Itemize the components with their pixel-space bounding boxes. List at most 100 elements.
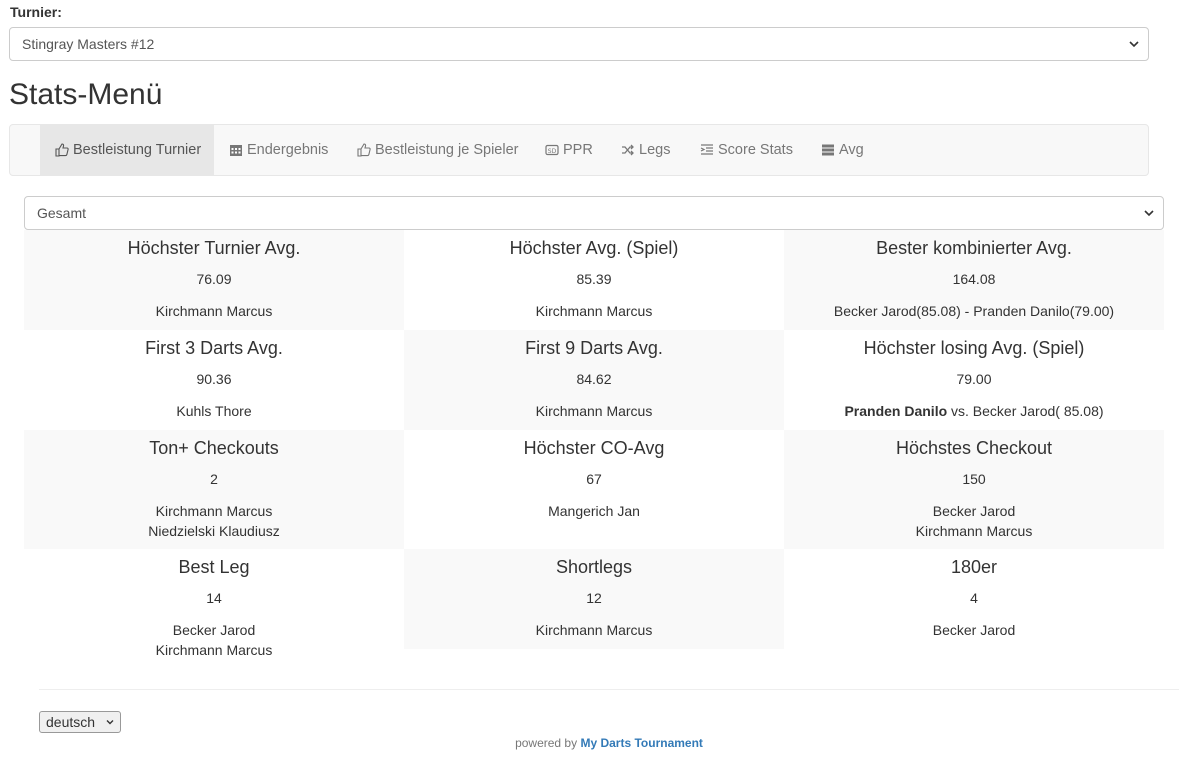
stat-value: 150 — [962, 471, 986, 487]
stat-player: Kirchmann Marcus — [155, 303, 273, 319]
stat-title: Shortlegs — [555, 557, 633, 577]
thumbs-up-icon — [55, 143, 69, 157]
stat-names: Becker Jarod Kirchmann Marcus — [784, 501, 1164, 541]
stat-card: Bester kombinierter Avg. 164.08 Becker J… — [784, 230, 1164, 330]
tab-label: Endergebnis — [247, 142, 329, 158]
stat-player: Kirchmann Marcus — [155, 503, 273, 519]
chevron-down-icon — [106, 720, 114, 725]
stat-card: Shortlegs 12 Kirchmann Marcus — [404, 549, 784, 649]
tab-bestleistung-turnier[interactable]: Bestleistung Turnier — [40, 125, 214, 175]
stat-value: 12 — [586, 590, 602, 606]
stat-names: Kuhls Thore — [24, 401, 404, 421]
turnier-select[interactable]: Stingray Masters #12 — [9, 27, 1149, 61]
footer: powered by My Darts Tournament — [0, 736, 1193, 750]
stat-title: First 3 Darts Avg. — [145, 338, 283, 358]
stat-card: Höchster Turnier Avg. 76.09 Kirchmann Ma… — [24, 230, 404, 330]
stat-card: Best Leg 14 Becker Jarod Kirchmann Marcus — [24, 549, 404, 668]
indent-icon — [700, 144, 713, 155]
stat-names: Kirchmann Marcus — [404, 620, 784, 640]
stat-value: 2 — [210, 471, 218, 487]
language-select[interactable]: deutsch — [39, 711, 121, 733]
tab-score-stats[interactable]: Score Stats — [685, 125, 807, 175]
stat-value: 14 — [206, 590, 222, 606]
stat-player: Kirchmann Marcus — [535, 622, 653, 638]
chevron-down-icon — [1144, 210, 1154, 217]
tab-endergebnis[interactable]: Endergebnis — [214, 125, 342, 175]
stat-player: Becker Jarod — [172, 622, 256, 638]
stat-player: Pranden Danilo vs. Becker Jarod( 85.08) — [784, 401, 1164, 421]
stat-card: Höchstes Checkout 150 Becker Jarod Kirchm… — [784, 430, 1164, 549]
stat-title: Ton+ Checkouts — [149, 438, 279, 458]
turnier-select-value: Stingray Masters #12 — [22, 36, 155, 52]
stat-player-bold: Pranden Danilo — [844, 403, 948, 419]
stat-title: Höchster CO-Avg — [523, 438, 665, 458]
stats-navbar: Bestleistung Turnier Endergebnis Bestlei… — [9, 124, 1149, 176]
stat-names: Kirchmann Marcus — [404, 401, 784, 421]
stat-player: Becker Jarod — [932, 622, 1016, 638]
turnier-label: Turnier: — [10, 4, 62, 20]
stat-title: Höchstes Checkout — [895, 438, 1053, 458]
stat-player: Kirchmann Marcus — [155, 642, 273, 658]
tab-bestleistung-je-spieler[interactable]: Bestleistung je Spieler — [342, 125, 532, 175]
stat-names: Kirchmann Marcus — [404, 301, 784, 321]
stat-player: Kuhls Thore — [176, 403, 252, 419]
stat-player-rest: vs. Becker Jarod( 85.08) — [947, 403, 1104, 419]
filter-select[interactable]: Gesamt — [24, 196, 1164, 230]
stat-player: Becker Jarod(85.08) - Pranden Danilo(79.… — [833, 303, 1115, 319]
stat-title: First 9 Darts Avg. — [525, 338, 663, 358]
sd-video-icon: SD — [545, 144, 559, 156]
stat-player: Kirchmann Marcus — [915, 523, 1033, 539]
stat-player: Kirchmann Marcus — [535, 403, 653, 419]
stat-card: Höchster Avg. (Spiel) 85.39 Kirchmann Ma… — [404, 230, 784, 330]
stat-value: 79.00 — [956, 371, 992, 387]
stat-title: Höchster Turnier Avg. — [127, 238, 301, 258]
tasks-icon — [822, 144, 834, 156]
stat-names: Pranden Danilo vs. Becker Jarod( 85.08) — [784, 401, 1164, 421]
stat-title: Best Leg — [178, 557, 250, 577]
stat-card: 180er 4 Becker Jarod — [784, 549, 1164, 649]
stat-player: Kirchmann Marcus — [535, 303, 653, 319]
footer-divider — [39, 689, 1179, 690]
tab-label: Bestleistung je Spieler — [375, 142, 519, 158]
tab-ppr[interactable]: SD PPR — [530, 125, 607, 175]
stat-card: First 9 Darts Avg. 84.62 Kirchmann Marcu… — [404, 330, 784, 430]
stat-value: 84.62 — [576, 371, 612, 387]
tab-label: PPR — [563, 142, 593, 158]
tab-legs[interactable]: Legs — [606, 125, 684, 175]
stat-value: 164.08 — [952, 271, 996, 287]
stat-title: Höchster losing Avg. (Spiel) — [863, 338, 1085, 358]
random-icon — [622, 144, 634, 156]
stat-value: 4 — [970, 590, 978, 606]
stat-player: Mangerich Jan — [548, 503, 640, 519]
stat-card: Ton+ Checkouts 2 Kirchmann Marcus Niedzie… — [24, 430, 404, 549]
stat-names: Becker Jarod — [784, 620, 1164, 640]
stat-card: Höchster CO-Avg 67 Mangerich Jan — [404, 430, 784, 549]
tab-avg[interactable]: Avg — [806, 125, 878, 175]
stat-card: First 3 Darts Avg. 90.36 Kuhls Thore — [24, 330, 404, 430]
stat-names: Becker Jarod Kirchmann Marcus — [24, 620, 404, 660]
language-select-value: deutsch — [46, 714, 96, 730]
filter-select-value: Gesamt — [37, 205, 87, 221]
thumbs-up-icon — [357, 143, 371, 157]
stat-names: Mangerich Jan — [404, 501, 784, 521]
tab-label: Bestleistung Turnier — [73, 142, 202, 158]
stat-value: 85.39 — [576, 271, 612, 287]
tab-label: Legs — [639, 142, 671, 158]
calendar-icon — [230, 145, 242, 156]
stat-names: Kirchmann Marcus Niedzielski Klaudiusz — [24, 501, 404, 541]
stat-title: 180er — [950, 557, 998, 577]
stat-player: Becker Jarod — [932, 503, 1016, 519]
stat-names: Becker Jarod(85.08) - Pranden Danilo(79.… — [784, 301, 1164, 321]
stat-title: Höchster Avg. (Spiel) — [509, 238, 679, 258]
stat-player: Niedzielski Klaudiusz — [148, 523, 280, 539]
stat-card: Höchster losing Avg. (Spiel) 79.00 Prand… — [784, 330, 1164, 430]
my-darts-tournament-link[interactable]: My Darts Tournament — [580, 736, 702, 750]
svg-text:SD: SD — [548, 148, 557, 155]
stat-names: Kirchmann Marcus — [24, 301, 404, 321]
stat-title: Bester kombinierter Avg. — [876, 238, 1072, 258]
chevron-down-icon — [1129, 41, 1139, 48]
page-title: Stats-Menü — [9, 78, 163, 111]
powered-by-text: powered by — [515, 736, 578, 750]
stat-value: 76.09 — [196, 271, 232, 287]
stat-value: 90.36 — [196, 371, 232, 387]
